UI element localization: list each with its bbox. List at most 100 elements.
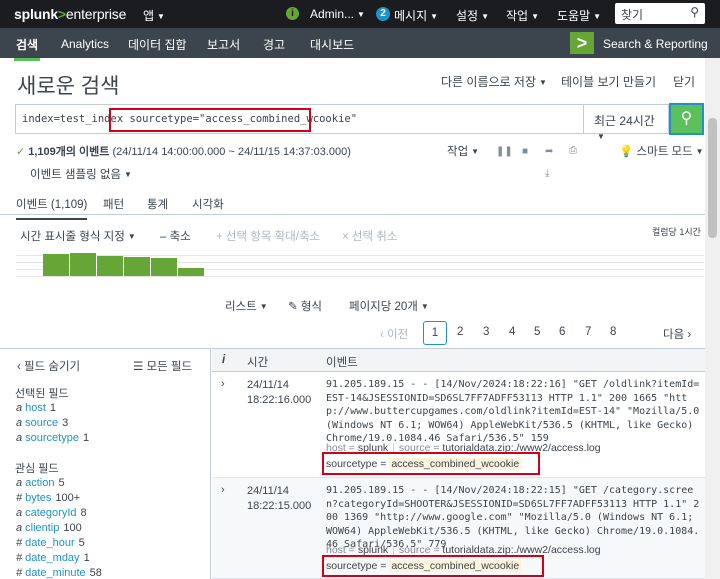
settings-menu[interactable]: 설정 ▼ bbox=[456, 7, 489, 24]
timeline-bar[interactable] bbox=[124, 257, 150, 276]
list-view-menu[interactable]: 리스트 ▼ bbox=[225, 298, 268, 314]
search-mode-menu[interactable]: 💡 스마트 모드 ▼ bbox=[619, 143, 704, 159]
format-menu[interactable]: ✎ 형식 bbox=[288, 298, 322, 314]
create-table-view-button[interactable]: 테이블 보기 만들기 bbox=[561, 73, 656, 90]
timeline-bar[interactable] bbox=[97, 256, 123, 276]
zoom-out-button[interactable]: – 축소 bbox=[160, 228, 191, 244]
splunk-logo[interactable]: splunk>enterprise bbox=[14, 6, 126, 22]
save-as-menu[interactable]: 다른 이름으로 저장 ▼ bbox=[441, 73, 547, 90]
deselect-button[interactable]: × 선택 취소 bbox=[342, 228, 397, 244]
event-raw-text[interactable]: 91.205.189.15 - - [14/Nov/2024:18:22:16]… bbox=[326, 378, 701, 446]
field-item[interactable]: a source 3 bbox=[16, 417, 68, 429]
save-as-label: 다른 이름으로 저장 bbox=[441, 75, 536, 89]
pause-icon[interactable]: ❚❚ bbox=[496, 146, 513, 157]
field-type-icon: a bbox=[16, 417, 23, 429]
per-page-menu[interactable]: 페이지당 20개 ▼ bbox=[349, 298, 429, 314]
tab-datasets[interactable]: 데이터 집합 bbox=[128, 36, 187, 53]
timeline-bar[interactable] bbox=[178, 268, 204, 276]
close-button[interactable]: 닫기 bbox=[673, 73, 695, 90]
field-item[interactable]: # bytes 100+ bbox=[16, 492, 80, 504]
help-menu[interactable]: 도움말 ▼ bbox=[557, 7, 601, 24]
print-icon[interactable]: ⎙ bbox=[569, 145, 577, 156]
pager-page[interactable]: 4 bbox=[509, 326, 515, 338]
timeline-chart[interactable] bbox=[16, 250, 704, 278]
tab-alerts[interactable]: 경고 bbox=[263, 36, 285, 53]
event-time: 24/11/14 18:22:16.000 bbox=[247, 378, 317, 408]
caret-down-icon: ▼ bbox=[259, 302, 268, 311]
pager-page[interactable]: 8 bbox=[610, 326, 616, 338]
messages-label: 메시지 bbox=[394, 9, 428, 23]
pager-page[interactable]: 6 bbox=[559, 326, 565, 338]
app-menu[interactable]: 앱 ▼ bbox=[143, 7, 165, 24]
field-item[interactable]: # date_minute 58 bbox=[16, 567, 102, 579]
tab-events[interactable]: 이벤트 (1,109) bbox=[16, 196, 88, 220]
timeline-bar[interactable] bbox=[43, 254, 69, 276]
search-bar[interactable]: index=test_index sourcetype="access_comb… bbox=[15, 104, 670, 141]
timeline-bar[interactable] bbox=[70, 253, 96, 276]
pager-page[interactable]: 3 bbox=[483, 326, 489, 338]
selected-fields-header: 선택된 필드 bbox=[15, 388, 69, 400]
field-name: categoryId bbox=[25, 507, 77, 519]
sampling-menu[interactable]: 이벤트 샘플링 없음 ▼ bbox=[30, 166, 132, 182]
timeline-format-menu[interactable]: 시간 표시줄 형식 지정 ▼ bbox=[20, 228, 136, 244]
field-item[interactable]: a sourcetype 1 bbox=[16, 432, 89, 444]
field-item[interactable]: a clientip 100 bbox=[16, 522, 82, 534]
share-icon[interactable]: ➦ bbox=[545, 146, 553, 157]
activity-menu[interactable]: 작업 ▼ bbox=[506, 7, 539, 24]
field-item[interactable]: # date_hour 5 bbox=[16, 537, 85, 549]
field-item[interactable]: a categoryId 8 bbox=[16, 507, 87, 519]
activity-label: 작업 bbox=[506, 9, 529, 23]
tab-search[interactable]: 검색 bbox=[13, 36, 41, 61]
caret-down-icon: ▼ bbox=[430, 12, 439, 21]
find-input[interactable]: 찾기 ⚲ bbox=[615, 3, 705, 24]
field-name: host bbox=[25, 402, 46, 414]
time-range-picker[interactable]: 최근 24시간 ▼ bbox=[583, 105, 670, 141]
pager-page[interactable]: 5 bbox=[534, 326, 540, 338]
job-menu[interactable]: 작업 ▼ bbox=[447, 143, 479, 159]
field-item[interactable]: a action 5 bbox=[16, 477, 65, 489]
pager-prev[interactable]: ‹ 이전 bbox=[380, 326, 408, 342]
messages-count-badge[interactable]: 2 bbox=[376, 7, 390, 21]
pager-page[interactable]: 2 bbox=[457, 326, 463, 338]
messages-menu[interactable]: 메시지 ▼ bbox=[394, 7, 438, 24]
caret-down-icon: ▼ bbox=[357, 10, 365, 19]
field-item[interactable]: # date_mday 1 bbox=[16, 552, 90, 564]
page-scrollbar[interactable] bbox=[705, 58, 720, 579]
field-name: date_mday bbox=[25, 552, 80, 564]
zoom-selection-button[interactable]: + 선택 항목 확대/축소 bbox=[216, 228, 320, 244]
tab-analytics[interactable]: Analytics bbox=[61, 37, 109, 51]
tab-visualization[interactable]: 시각화 bbox=[192, 196, 224, 212]
info-icon[interactable]: i bbox=[286, 7, 299, 20]
pencil-icon: ✎ bbox=[288, 301, 298, 313]
field-name: sourcetype bbox=[25, 432, 79, 444]
caret-down-icon: ▼ bbox=[531, 12, 540, 21]
export-icon[interactable]: ⤓ bbox=[545, 168, 549, 179]
caret-down-icon: ▼ bbox=[471, 147, 480, 156]
scrollbar-thumb[interactable] bbox=[708, 118, 717, 238]
col-time[interactable]: 시간 bbox=[247, 354, 268, 370]
timeline-scale: 컬럼당 1시간 bbox=[652, 227, 701, 237]
search-button[interactable]: ⚲ bbox=[669, 103, 704, 135]
timeline-bar[interactable] bbox=[151, 258, 177, 276]
results-tabs: 이벤트 (1,109) 패턴 통계 시각화 bbox=[0, 190, 705, 220]
pager-page[interactable]: 7 bbox=[585, 326, 591, 338]
event-time: 24/11/14 18:22:15.000 bbox=[247, 484, 317, 514]
field-item[interactable]: a host 1 bbox=[16, 402, 56, 414]
event-raw-text[interactable]: 91.205.189.15 - - [14/Nov/2024:18:22:15]… bbox=[326, 484, 701, 552]
tab-dashboards[interactable]: 대시보드 bbox=[310, 36, 354, 53]
chevron-right-icon[interactable]: › bbox=[221, 484, 225, 496]
chevron-right-icon[interactable]: › bbox=[221, 378, 225, 390]
check-icon: ✓ bbox=[16, 146, 26, 158]
table-row: › 24/11/14 18:22:15.000 91.205.189.15 - -… bbox=[212, 478, 705, 579]
highlight-box bbox=[109, 108, 311, 132]
tab-reports[interactable]: 보고서 bbox=[207, 36, 240, 53]
admin-menu[interactable]: Admin... ▼ bbox=[310, 7, 365, 21]
tab-statistics[interactable]: 통계 bbox=[147, 196, 168, 212]
tab-patterns[interactable]: 패턴 bbox=[103, 196, 124, 212]
stop-icon[interactable]: ■ bbox=[522, 146, 528, 157]
field-name: bytes bbox=[25, 492, 52, 504]
all-fields-button[interactable]: ☰ 모든 필드 bbox=[133, 358, 192, 374]
hide-fields-button[interactable]: ‹ 필드 숨기기 bbox=[17, 358, 80, 374]
pager-page-current[interactable]: 1 bbox=[423, 321, 447, 345]
pager-next[interactable]: 다음 › bbox=[663, 326, 691, 342]
